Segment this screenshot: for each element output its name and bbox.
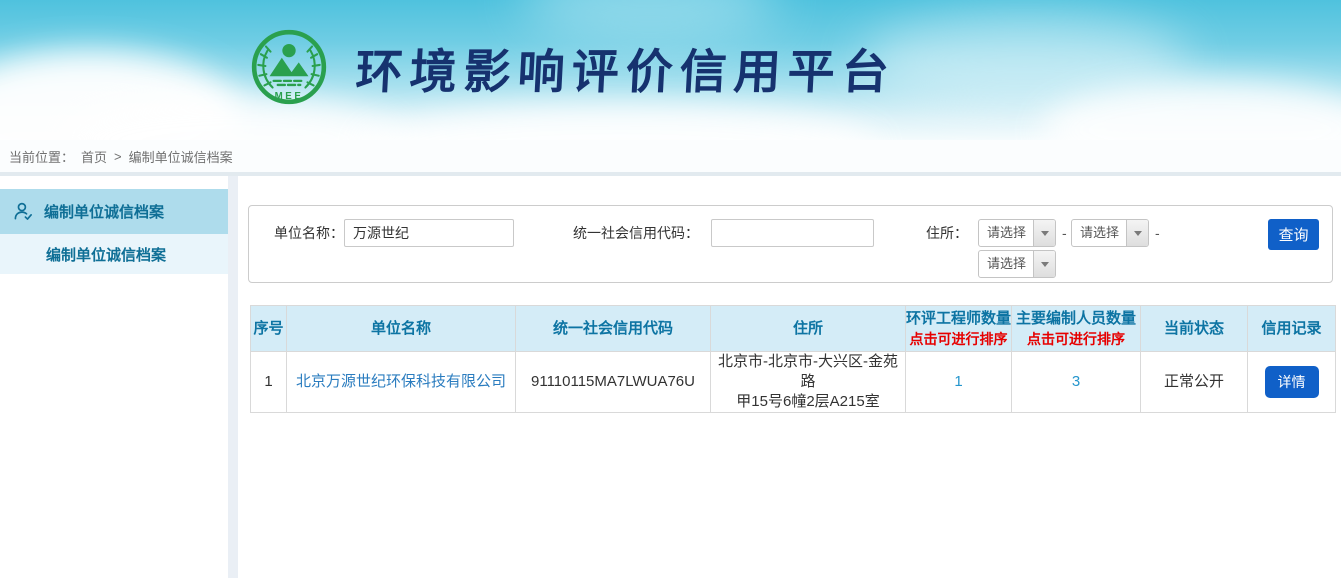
company-link[interactable]: 北京万源世纪环保科技有限公司	[296, 373, 506, 390]
breadcrumb-prefix: 当前位置：	[9, 147, 74, 166]
results-table: 序号 单位名称 统一社会信用代码 住所 环评工程师数量 点击可进行排序 主要编制…	[250, 305, 1336, 413]
breadcrumb-separator: >	[114, 149, 122, 164]
chevron-down-icon	[1126, 220, 1148, 246]
cell-address: 北京市-北京市-大兴区-金苑路 甲15号6幢2层A215室	[711, 352, 906, 413]
logo-text: MEE	[275, 91, 304, 102]
column-header-status: 当前状态	[1141, 306, 1248, 352]
credit-code-input[interactable]	[711, 219, 874, 247]
search-button[interactable]: 查询	[1268, 219, 1319, 250]
sidebar-item-label: 编制单位诚信档案	[44, 201, 164, 222]
mee-logo-icon: MEE	[248, 26, 330, 108]
engineer-count-link[interactable]: 1	[954, 373, 962, 390]
table-header-row: 序号 单位名称 统一社会信用代码 住所 环评工程师数量 点击可进行排序 主要编制…	[251, 306, 1336, 352]
residence-province-select[interactable]: 请选择	[978, 219, 1056, 247]
residence-dash-2: -	[1155, 219, 1160, 247]
cell-index: 1	[251, 352, 287, 413]
table-row: 1 北京万源世纪环保科技有限公司 91110115MA7LWUA76U 北京市-…	[251, 352, 1336, 413]
column-header-address: 住所	[711, 306, 906, 352]
sidebar: 编制单位诚信档案 编制单位诚信档案	[0, 176, 228, 578]
cell-credit-code: 91110115MA7LWUA76U	[516, 352, 711, 413]
address-line-1: 北京市-北京市-大兴区-金苑路	[711, 352, 905, 392]
residence-city-value: 请选择	[1072, 220, 1126, 246]
breadcrumb-current: 编制单位诚信档案	[129, 147, 233, 166]
unit-name-label: 单位名称：	[274, 219, 344, 247]
credit-code-label: 统一社会信用代码：	[573, 219, 699, 247]
residence-province-value: 请选择	[979, 220, 1033, 246]
residence-dash-1: -	[1062, 219, 1067, 247]
site-brand: MEE 环境影响评价信用平台	[248, 26, 896, 108]
residence-district-select[interactable]: 请选择	[978, 250, 1056, 278]
chevron-down-icon	[1033, 251, 1055, 277]
column-header-staff-count-sort[interactable]: 主要编制人员数量 点击可进行排序	[1012, 306, 1141, 352]
unit-name-input[interactable]	[344, 219, 514, 247]
staff-count-link[interactable]: 3	[1072, 373, 1080, 390]
user-check-icon	[13, 201, 34, 222]
header-banner: MEE 环境影响评价信用平台	[0, 0, 1341, 140]
column-header-engineer-count-sort[interactable]: 环评工程师数量 点击可进行排序	[906, 306, 1012, 352]
sidebar-item-credit-archive[interactable]: 编制单位诚信档案	[0, 189, 228, 234]
cell-status: 正常公开	[1141, 352, 1248, 413]
detail-button[interactable]: 详情	[1265, 366, 1319, 398]
residence-district-value: 请选择	[979, 251, 1033, 277]
sidebar-subitem-credit-archive[interactable]: 编制单位诚信档案	[0, 234, 228, 274]
residence-label: 住所：	[926, 219, 968, 247]
chevron-down-icon	[1033, 220, 1055, 246]
page-title: 环境影响评价信用平台	[354, 33, 898, 102]
column-header-credit-record: 信用记录	[1248, 306, 1336, 352]
column-header-company: 单位名称	[287, 306, 516, 352]
breadcrumb: 当前位置： 首页 > 编制单位诚信档案	[0, 140, 1341, 172]
cloud-decoration	[360, 105, 880, 140]
sort-hint: 点击可进行排序	[1012, 329, 1140, 349]
sort-hint: 点击可进行排序	[906, 329, 1011, 349]
search-form: 单位名称： 统一社会信用代码： 住所： 请选择 - 请选择 - 请选择 查询	[248, 205, 1333, 283]
column-header-index: 序号	[251, 306, 287, 352]
address-line-2: 甲15号6幢2层A215室	[711, 392, 905, 412]
residence-city-select[interactable]: 请选择	[1071, 219, 1149, 247]
breadcrumb-home-link[interactable]: 首页	[81, 147, 107, 166]
sidebar-main-gutter	[228, 176, 238, 578]
main-content: 单位名称： 统一社会信用代码： 住所： 请选择 - 请选择 - 请选择 查询	[238, 176, 1341, 578]
column-header-credit-code: 统一社会信用代码	[516, 306, 711, 352]
sidebar-subitem-label: 编制单位诚信档案	[46, 244, 166, 265]
